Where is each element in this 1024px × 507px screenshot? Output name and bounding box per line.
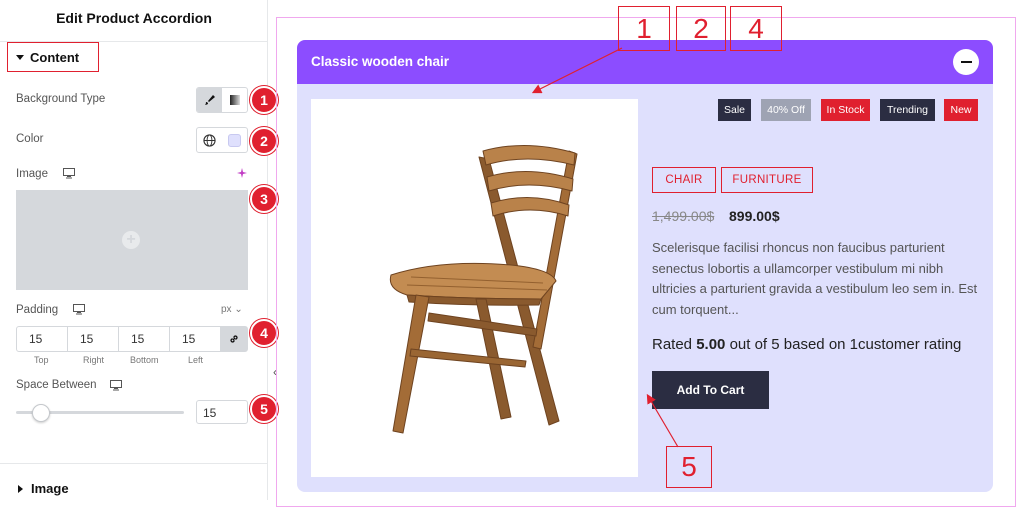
- callout-arrows: [531, 47, 679, 448]
